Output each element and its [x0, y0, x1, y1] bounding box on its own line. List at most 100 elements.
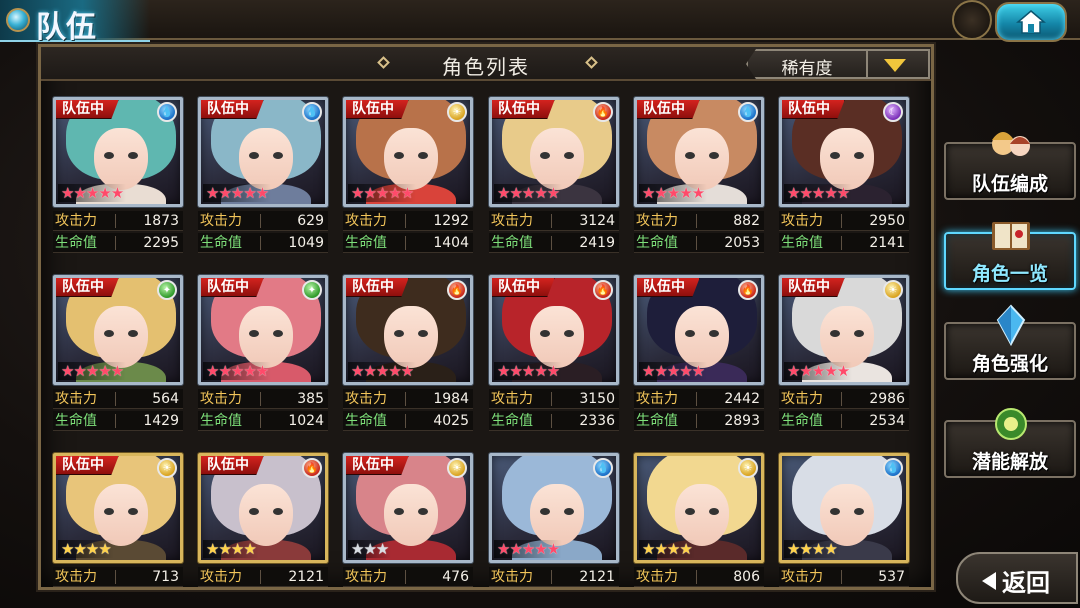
- attack-label: 攻击力: [491, 391, 533, 407]
- portrait-face: [820, 484, 874, 546]
- stat-divider: [260, 570, 261, 584]
- chevron-down-icon[interactable]: [884, 59, 906, 72]
- fire-element-icon: 🔥: [447, 280, 467, 300]
- portrait-face: [675, 306, 729, 368]
- dark-element-icon: ☾: [883, 102, 903, 122]
- attack-value: 713: [152, 569, 179, 585]
- water-element-icon: 💧: [302, 102, 322, 122]
- sidebar-item-label: 潜能解放: [971, 451, 1048, 473]
- character-card[interactable]: 队伍中 ☀ ★★★★★ 攻击力 1292 生命值 1404: [343, 97, 473, 257]
- character-card[interactable]: 💧 ★★★★ 攻击力 537: [779, 453, 909, 587]
- attack-label: 攻击力: [491, 213, 533, 229]
- attack-value: 2121: [579, 569, 615, 585]
- attack-row: 攻击力 476: [343, 567, 473, 587]
- hp-value: 2419: [579, 235, 615, 251]
- portrait-face: [530, 128, 584, 190]
- character-card[interactable]: 队伍中 ✦ ★★★★★ 攻击力 564 生命值 1429: [53, 275, 183, 435]
- character-card[interactable]: 队伍中 💧 ★★★★★ 攻击力 629 生命值 1049: [198, 97, 328, 257]
- rarity-stars: ★★★★: [784, 540, 840, 558]
- portrait-eye: [104, 152, 114, 159]
- character-card[interactable]: 队伍中 ☀ ★★★ 攻击力 476: [343, 453, 473, 587]
- attack-value: 2950: [869, 213, 905, 229]
- stat-divider: [696, 570, 697, 584]
- sidebar-item-character-enhance[interactable]: 角色强化: [944, 304, 1076, 380]
- sidebar-item-label: 角色一览: [971, 263, 1048, 285]
- character-portrait: 队伍中 ✦ ★★★★★: [198, 275, 328, 385]
- hp-label: 生命值: [55, 235, 97, 251]
- character-card[interactable]: 队伍中 💧 ★★★★★ 攻击力 882 生命值 2053: [634, 97, 764, 257]
- sort-dropdown[interactable]: 稀有度: [746, 49, 930, 79]
- hp-row: 生命值 2295: [53, 233, 183, 253]
- back-button[interactable]: 返回: [956, 552, 1078, 604]
- portrait-eye: [128, 152, 138, 159]
- hp-value: 1024: [288, 413, 324, 429]
- character-card[interactable]: 队伍中 ✦ ★★★★★ 攻击力 385 生命值 1024: [198, 275, 328, 435]
- stat-divider: [405, 414, 406, 428]
- attack-label: 攻击力: [200, 391, 242, 407]
- hp-value: 2141: [869, 235, 905, 251]
- character-portrait: 队伍中 💧 ★★★★★: [53, 97, 183, 207]
- hp-value: 1404: [433, 235, 469, 251]
- character-portrait: 队伍中 🔥 ★★★★★: [634, 275, 764, 385]
- character-card[interactable]: 队伍中 ☀ ★★★★★ 攻击力 2986 生命值 2534: [779, 275, 909, 435]
- character-card[interactable]: 队伍中 🔥 ★★★★★ 攻击力 2442 生命值 2893: [634, 275, 764, 435]
- attack-value: 1292: [433, 213, 469, 229]
- attack-row: 攻击力 1292: [343, 211, 473, 231]
- stat-divider: [551, 570, 552, 584]
- character-card[interactable]: ☀ ★★★★ 攻击力 806: [634, 453, 764, 587]
- portrait-eye: [249, 152, 259, 159]
- character-card[interactable]: 队伍中 💧 ★★★★★ 攻击力 1873 生命值 2295: [53, 97, 183, 257]
- portrait-eye: [104, 330, 114, 337]
- hp-value: 2295: [143, 235, 179, 251]
- character-card[interactable]: 队伍中 🔥 ★★★★★ 攻击力 1984 生命值 4025: [343, 275, 473, 435]
- back-arrow-icon: [982, 572, 996, 590]
- attack-row: 攻击力 3124: [489, 211, 619, 231]
- sidebar-item-label: 队伍编成: [971, 173, 1048, 195]
- rarity-stars: ★★★★★: [348, 362, 417, 380]
- hp-label: 生命值: [55, 413, 97, 429]
- portrait-face: [675, 128, 729, 190]
- character-card[interactable]: 队伍中 🔥 ★★★★ 攻击力 2121: [198, 453, 328, 587]
- portrait-eye: [540, 152, 550, 159]
- stat-divider: [551, 414, 552, 428]
- hp-row: 生命值 1429: [53, 411, 183, 431]
- attack-row: 攻击力 1873: [53, 211, 183, 231]
- attack-value: 564: [152, 391, 179, 407]
- stat-divider: [115, 414, 116, 428]
- attack-row: 攻击力 713: [53, 567, 183, 587]
- gem-icon: [6, 8, 30, 32]
- character-portrait: 队伍中 🔥 ★★★★: [198, 453, 328, 563]
- portrait-face: [820, 306, 874, 368]
- character-portrait: 队伍中 🔥 ★★★★★: [489, 97, 619, 207]
- sidebar-item-potential-unlock[interactable]: 潜能解放: [944, 408, 1076, 478]
- portrait-eye: [249, 508, 259, 515]
- sidebar-item-character-list[interactable]: 角色一览: [944, 222, 1076, 290]
- portrait-eye: [273, 508, 283, 515]
- character-portrait: 队伍中 ☀ ★★★★★: [343, 97, 473, 207]
- attack-value: 1984: [433, 391, 469, 407]
- water-element-icon: 💧: [593, 458, 613, 478]
- character-card[interactable]: 队伍中 🔥 ★★★★★ 攻击力 3150 生命值 2336: [489, 275, 619, 435]
- rarity-stars: ★★★★★: [58, 362, 127, 380]
- portrait-eye: [418, 152, 428, 159]
- wind-element-icon: ✦: [157, 280, 177, 300]
- in-team-badge: 队伍中: [56, 100, 119, 119]
- character-card[interactable]: 💧 ★★★★★ 攻击力 2121: [489, 453, 619, 587]
- attack-row: 攻击力 564: [53, 389, 183, 409]
- hp-row: 生命值 1049: [198, 233, 328, 253]
- attack-label: 攻击力: [781, 569, 823, 585]
- home-button[interactable]: [995, 2, 1067, 42]
- wind-element-icon: ✦: [302, 280, 322, 300]
- attack-value: 806: [733, 569, 760, 585]
- hp-value: 2053: [724, 235, 760, 251]
- character-card[interactable]: 队伍中 ☀ ★★★★ 攻击力 713: [53, 453, 183, 587]
- portrait-eye: [273, 152, 283, 159]
- portrait-eye: [394, 152, 404, 159]
- portrait-eye: [854, 152, 864, 159]
- sidebar-item-team-edit[interactable]: 队伍编成: [944, 132, 1076, 200]
- character-card[interactable]: 队伍中 🔥 ★★★★★ 攻击力 3124 生命值 2419: [489, 97, 619, 257]
- character-card[interactable]: 队伍中 ☾ ★★★★★ 攻击力 2950 生命值 2141: [779, 97, 909, 257]
- character-portrait: 队伍中 ☀ ★★★: [343, 453, 473, 563]
- hp-value: 2534: [869, 413, 905, 429]
- rarity-stars: ★★★★★: [494, 184, 563, 202]
